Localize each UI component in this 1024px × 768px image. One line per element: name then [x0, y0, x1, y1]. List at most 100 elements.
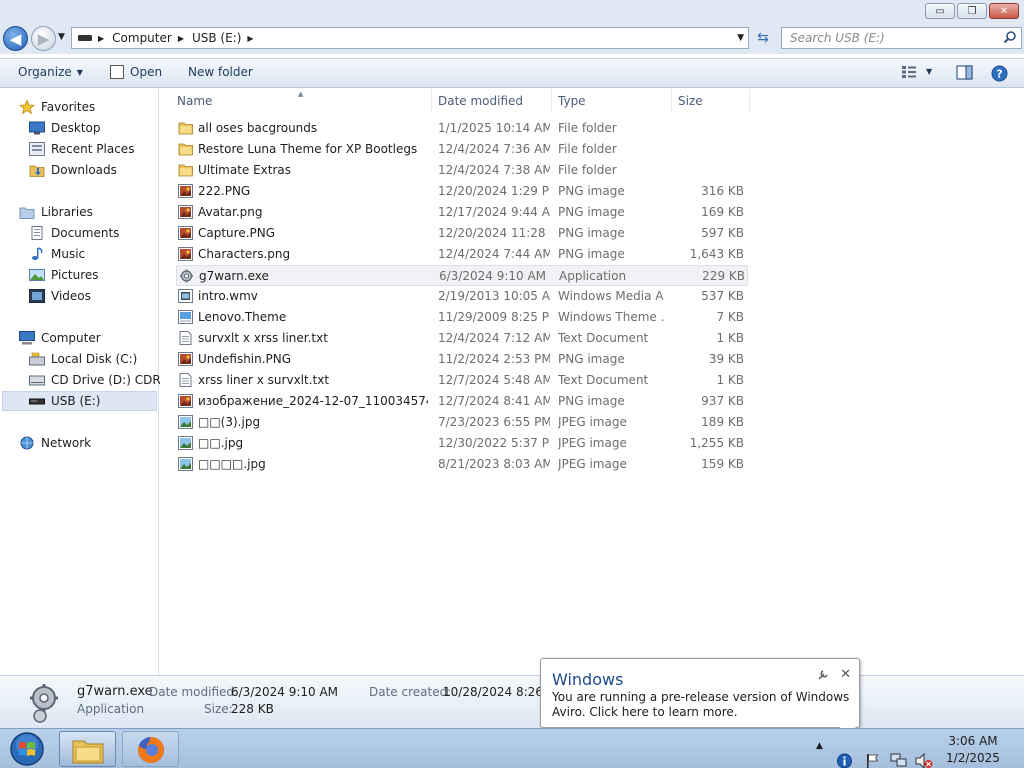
column-header-size[interactable]: Size: [672, 89, 750, 113]
back-button[interactable]: ◀: [3, 26, 28, 51]
show-hidden-icons-button[interactable]: ▲: [816, 741, 823, 768]
file-row[interactable]: Undefishin.PNG 11/2/2024 2:53 PM PNG image…: [176, 349, 748, 370]
sidebar-item-label: Desktop: [51, 121, 101, 135]
png-image-icon: [178, 205, 193, 219]
taskbar-explorer-button[interactable]: [59, 731, 116, 767]
chevron-right-icon[interactable]: ▶: [178, 34, 184, 43]
file-row[interactable]: Characters.png 12/4/2024 7:44 AM PNG image…: [176, 244, 748, 265]
file-type: PNG image: [558, 226, 625, 240]
maximize-button[interactable]: ❐: [957, 3, 987, 19]
search-icon[interactable]: [1003, 30, 1017, 44]
window-titlebar: ▭ ❐ ✕: [0, 0, 1024, 24]
chevron-right-icon[interactable]: ▶: [247, 34, 253, 43]
file-name: Capture.PNG: [198, 226, 276, 240]
file-row[interactable]: xrss liner x survxlt.txt 12/7/2024 5:48 A…: [176, 370, 748, 391]
file-type: PNG image: [558, 394, 625, 408]
refresh-button[interactable]: ⇆: [752, 30, 774, 48]
minimize-button[interactable]: ▭: [925, 3, 955, 19]
info-icon[interactable]: [837, 741, 852, 768]
arrow-left-icon: ◀: [9, 29, 22, 48]
file-name: Undefishin.PNG: [198, 352, 292, 366]
sidebar-item-favorites[interactable]: Favorites: [19, 97, 176, 117]
file-size: 7 KB: [716, 310, 744, 324]
file-row[interactable]: Restore Luna Theme for XP Bootlegs 12/4/2…: [176, 139, 748, 160]
folder-icon: [178, 164, 193, 177]
file-row[interactable]: 222.PNG 12/20/2024 1:29 PM PNG image 316 KB: [176, 181, 748, 202]
file-date-modified: 12/17/2024 9:44 AM: [438, 205, 550, 219]
breadcrumb-computer[interactable]: Computer: [112, 31, 172, 45]
file-row[interactable]: intro.wmv 2/19/2013 10:05 AM Windows Media…: [176, 286, 748, 307]
usb-drive-icon: [29, 398, 45, 405]
arrow-right-icon: ▶: [37, 29, 50, 48]
wrench-icon[interactable]: [817, 669, 829, 681]
file-name: xrss liner x survxlt.txt: [198, 373, 330, 387]
forward-button[interactable]: ▶: [31, 26, 56, 51]
close-button[interactable]: ✕: [989, 3, 1019, 19]
notification-balloon[interactable]: Windows ✕ You are running a pre-release …: [540, 658, 860, 728]
file-type: Windows Media A...: [558, 289, 664, 303]
taskbar-firefox-button[interactable]: [122, 731, 179, 767]
file-row[interactable]: all oses bacgrounds 1/1/2025 10:14 AM File…: [176, 118, 748, 139]
sidebar-item-label: Network: [41, 436, 92, 450]
file-name: Lenovo.Theme: [198, 310, 287, 324]
file-name: изображение_2024-12-07_110034574.png: [198, 394, 428, 408]
documents-icon: [31, 226, 43, 240]
address-bar[interactable]: ▶ Computer ▶ USB (E:) ▶ ▼: [71, 27, 749, 49]
network-status-icon[interactable]: [890, 741, 908, 768]
file-row[interactable]: Lenovo.Theme 11/29/2009 8:25 PM Windows Th…: [176, 307, 748, 328]
file-date-modified: 12/20/2024 11:28 ...: [438, 226, 550, 240]
star-icon: [19, 100, 35, 114]
balloon-close-button[interactable]: ✕: [840, 667, 851, 682]
file-row[interactable]: Avatar.png 12/17/2024 9:44 AM PNG image 169…: [176, 202, 748, 223]
file-row[interactable]: □□□□.jpg 8/21/2023 8:03 AM JPEG image 159 K…: [176, 454, 748, 475]
sidebar-item-computer[interactable]: Computer: [19, 328, 176, 348]
column-header-label: Size: [678, 94, 703, 108]
sidebar-item-usb[interactable]: USB (E:): [2, 391, 157, 411]
file-row[interactable]: □□(3).jpg 7/23/2023 6:55 PM JPEG image 189 …: [176, 412, 748, 433]
recent-places-icon: [29, 142, 45, 156]
organize-button[interactable]: Organize ▼: [18, 65, 83, 79]
action-center-flag-icon[interactable]: [865, 741, 881, 768]
column-header-name[interactable]: Name: [171, 89, 432, 113]
start-button[interactable]: [2, 730, 52, 768]
file-date-modified: 8/21/2023 8:03 AM: [438, 457, 550, 471]
recent-pages-button[interactable]: ▼: [58, 32, 65, 42]
view-options-dropdown[interactable]: ▼: [926, 67, 932, 76]
preview-pane-icon[interactable]: [956, 65, 973, 80]
file-row[interactable]: изображение_2024-12-07_110034574.png 12/7…: [176, 391, 748, 412]
file-size: 316 KB: [701, 184, 744, 198]
balloon-message[interactable]: You are running a pre-release version of…: [552, 690, 852, 720]
file-type: Application: [559, 269, 627, 283]
navigation-pane: Favorites Desktop Recent Places Download…: [0, 89, 180, 675]
png-image-icon: [178, 226, 193, 240]
column-header-type[interactable]: Type: [552, 89, 672, 113]
file-row[interactable]: g7warn.exe 6/3/2024 9:10 AM Application 229…: [176, 265, 748, 286]
view-options-icon[interactable]: [901, 65, 917, 79]
help-icon[interactable]: ?: [991, 65, 1008, 82]
file-row[interactable]: □□.jpg 12/30/2022 5:37 PM JPEG image 1,255 …: [176, 433, 748, 454]
file-date-modified: 11/2/2024 2:53 PM: [438, 352, 550, 366]
column-header-label: Date modified: [438, 94, 524, 108]
address-history-dropdown[interactable]: ▼: [737, 33, 744, 43]
sidebar-item-network[interactable]: Network: [19, 433, 176, 453]
column-header-date[interactable]: Date modified: [432, 89, 552, 113]
file-size: 189 KB: [701, 415, 744, 429]
file-type: File folder: [558, 121, 617, 135]
pictures-icon: [29, 269, 45, 281]
breadcrumb-usb[interactable]: USB (E:): [192, 31, 241, 45]
text-file-icon: [179, 331, 192, 345]
sidebar-item-label: USB (E:): [51, 394, 101, 408]
system-clock[interactable]: 3:06 AM 1/2/2025: [930, 733, 1016, 767]
file-size: 1,643 KB: [689, 247, 744, 261]
folder-icon: [178, 122, 193, 135]
sidebar-item-libraries[interactable]: Libraries: [19, 202, 176, 222]
file-row[interactable]: survxlt x xrss liner.txt 12/4/2024 7:12 A…: [176, 328, 748, 349]
chevron-right-icon[interactable]: ▶: [98, 34, 104, 43]
new-folder-button[interactable]: New folder: [188, 65, 253, 79]
file-row[interactable]: Capture.PNG 12/20/2024 11:28 ... PNG image…: [176, 223, 748, 244]
open-button[interactable]: Open: [110, 65, 162, 79]
search-input[interactable]: [782, 28, 992, 48]
file-row[interactable]: Ultimate Extras 12/4/2024 7:38 AM File fol…: [176, 160, 748, 181]
search-box: [781, 27, 1022, 49]
file-name: g7warn.exe: [199, 269, 269, 283]
